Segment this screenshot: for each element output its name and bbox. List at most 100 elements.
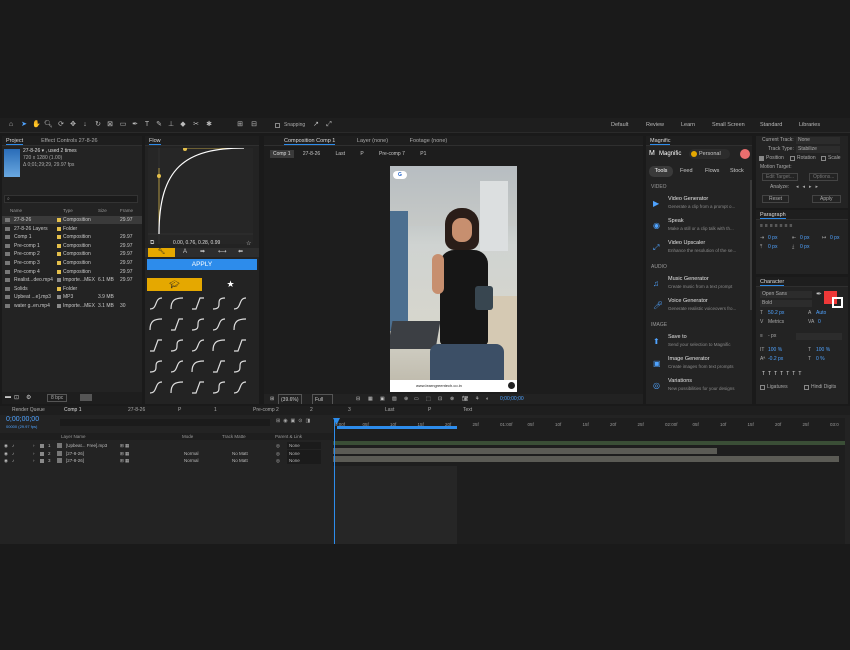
text-style-buttons-icon[interactable]: TTTTTTT (762, 371, 804, 377)
project-row[interactable]: Pre-comp 2 Composition 29.97 (2, 250, 142, 258)
baseline-value[interactable]: -0.2 px (768, 356, 783, 362)
timeline-tab[interactable]: Render Queue (12, 406, 45, 415)
scale-checkbox[interactable] (821, 156, 826, 161)
layer-matte[interactable]: No Matt (232, 457, 248, 464)
tracking-value[interactable]: 0 (818, 319, 821, 325)
comp-timecode[interactable]: 0;00;00;00 (500, 394, 524, 404)
home-icon[interactable]: ⌂ (7, 121, 15, 129)
ligatures-checkbox[interactable] (760, 385, 765, 390)
tab-footage[interactable]: Footage (none) (410, 138, 448, 144)
pan-tool-icon[interactable]: ✥ (69, 121, 77, 129)
layer-switches-icon[interactable]: ⊞ ▦ (120, 457, 129, 464)
col-layer-name[interactable]: Layer Name (61, 433, 86, 440)
3d-icon[interactable]: ⬚ (426, 394, 431, 404)
audio-icon[interactable]: ♪ (12, 450, 14, 457)
avatar[interactable] (740, 149, 750, 159)
timeline-tab[interactable]: Comp 1 (64, 406, 82, 415)
grid-icon[interactable]: ▦ (368, 394, 373, 404)
expand-icon[interactable]: › (33, 457, 35, 464)
crumb-comp1[interactable]: Comp 1 (270, 150, 294, 158)
timeline-timecode[interactable]: 0;00;00;00 (6, 416, 39, 423)
curve-preset-icon[interactable] (169, 338, 185, 353)
timeline-tab[interactable]: 3 (348, 406, 351, 415)
align-buttons-icon[interactable]: ≡≡≡≡≡≡≡ (760, 223, 794, 229)
audio-icon[interactable]: ♪ (12, 457, 14, 464)
snap-option-icon[interactable]: ↗ (312, 121, 320, 129)
tab-layer[interactable]: Layer (none) (357, 138, 388, 144)
flow-values[interactable]: 0.00, 0.76, 0.28, 0.99 (173, 240, 220, 246)
pickwhip-icon[interactable]: ◎ (276, 450, 280, 457)
layer-parent[interactable]: None (287, 457, 321, 464)
audio-icon[interactable]: ♪ (12, 442, 14, 449)
layer-name[interactable]: [27-8-26] (66, 450, 84, 457)
tool-video-generator[interactable]: ▶ Video Generator Generate a clip from a p… (651, 196, 747, 216)
magnify-icon[interactable]: ⊞ (270, 394, 274, 404)
tab-effect-controls[interactable]: Effect Controls 27-8-26 (41, 138, 97, 144)
stroke-color-swatch[interactable] (832, 297, 843, 308)
bpc-button[interactable]: 8 bpc (47, 394, 68, 402)
space-before-value[interactable]: 0 px (768, 244, 777, 250)
font-style-dropdown[interactable]: Bold (760, 300, 812, 307)
presets-icon[interactable]: 🎓︎ (147, 278, 202, 291)
snapping-checkbox[interactable] (275, 123, 280, 128)
clone-tool-icon[interactable]: ⊥ (167, 121, 175, 129)
timeline-search-input[interactable] (60, 419, 270, 426)
stroke-width-value[interactable]: - px (768, 333, 776, 339)
wrench-icon[interactable]: 🔧︎ (148, 248, 175, 257)
timeline-layer-row[interactable]: ◉ ♪ › 1 [Upbeat... Free].mp3 ⊞ ▦ ◎ None (0, 442, 333, 449)
curve-preset-icon[interactable] (148, 317, 164, 332)
type-tool-icon[interactable]: T (143, 121, 151, 129)
tool-music-generator[interactable]: ♫ Music Generator Create music from a text… (651, 276, 747, 296)
project-row[interactable]: 27-8-26 Composition 29.97 (2, 216, 142, 224)
align-icon[interactable]: ⊞ (236, 121, 244, 129)
playhead[interactable] (334, 418, 335, 544)
snap-edge-icon[interactable]: ⤢ (325, 121, 333, 129)
view-icon[interactable]: ▭ (414, 394, 419, 404)
workspace-review[interactable]: Review (646, 122, 664, 128)
copy-icon[interactable]: ⧉ (150, 240, 154, 247)
timeline-layer-row[interactable]: ◉ ♪ › 2 [27-8-26] ⊞ ▦ Normal No Matt ◎ None (0, 449, 333, 457)
stroke-style-dropdown[interactable] (796, 333, 842, 340)
layer-mode[interactable]: Normal (184, 457, 199, 464)
curve-preset-icon[interactable] (190, 380, 206, 395)
hscale-value[interactable]: 100 % (816, 347, 830, 353)
region-icon[interactable]: ⊟ (356, 394, 360, 404)
timeline-tab[interactable]: P (178, 406, 181, 415)
curve-preset-icon[interactable] (190, 296, 206, 311)
brush-tool-icon[interactable]: ✎ (155, 121, 163, 129)
tool-video-upscaler[interactable]: ⤢ Video Upscaler Enhance the resolution of… (651, 240, 747, 260)
tool-speak[interactable]: ◉ Speak Make a still or a clip talk with t… (651, 218, 747, 238)
leading-value[interactable]: Auto (816, 310, 826, 316)
layer-mode[interactable]: Normal (184, 450, 199, 457)
tab-flows[interactable]: Flows (705, 166, 719, 177)
project-row[interactable]: 27-8-26 Layers Folder (2, 225, 142, 233)
rotation-checkbox[interactable] (790, 156, 795, 161)
reset-button[interactable]: Reset (762, 195, 790, 203)
space-after-value[interactable]: 0 px (800, 244, 809, 250)
audio-track-bar[interactable] (333, 441, 845, 445)
video-track-bar-3[interactable] (333, 456, 839, 462)
crumb-27-8-26[interactable]: 27-8-26 (303, 151, 320, 157)
tab-stock[interactable]: Stock (730, 166, 744, 177)
selection-tool-icon[interactable]: ➤ (20, 121, 28, 129)
hand-tool-icon[interactable]: ✋ (32, 121, 41, 129)
curve-preset-icon[interactable] (169, 380, 185, 395)
curve-preset-icon[interactable] (211, 338, 227, 353)
tool-variations[interactable]: ◎ Variations New possibilities for your de… (651, 378, 747, 398)
track-type-dropdown[interactable]: Stabilize (796, 146, 840, 153)
snapshot-icon[interactable]: ⚘ (475, 394, 479, 404)
dolly-tool-icon[interactable]: ↓ (81, 121, 89, 129)
eyedropper-icon[interactable]: ✒ (816, 290, 822, 298)
eye-icon[interactable]: ◉ (4, 450, 8, 457)
layer-switches-icon[interactable]: ⊞ ▦ (120, 450, 129, 457)
favorite-icon[interactable]: ☆ (246, 240, 251, 247)
star-icon[interactable]: ★ (205, 278, 256, 291)
workspace-learn[interactable]: Learn (681, 122, 695, 128)
col-type[interactable]: Type (63, 207, 73, 215)
analyze-controls-icon[interactable]: ◂◂▸▸ (796, 184, 822, 190)
eye-icon[interactable]: ◉ (4, 457, 8, 464)
tsume-value[interactable]: 0 % (816, 356, 825, 362)
folder-icon[interactable]: ▬ (5, 394, 11, 400)
curve-preset-icon[interactable] (211, 380, 227, 395)
magnific-scrollbar[interactable] (750, 180, 752, 310)
